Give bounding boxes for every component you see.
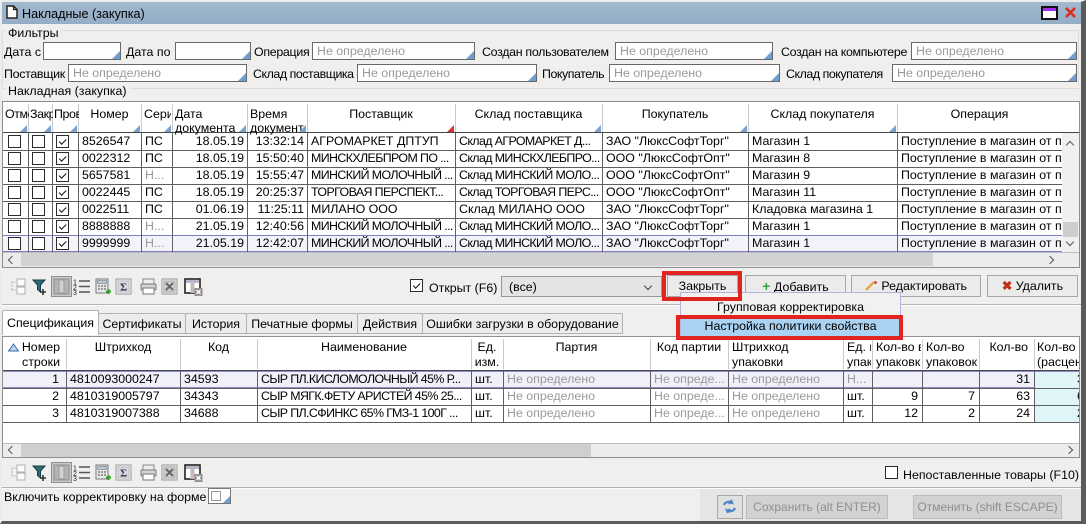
svg-text:Σ: Σ	[120, 468, 127, 480]
svg-text:3: 3	[73, 476, 77, 481]
svg-text:Σ: Σ	[120, 282, 127, 294]
svg-text:3: 3	[73, 290, 77, 295]
